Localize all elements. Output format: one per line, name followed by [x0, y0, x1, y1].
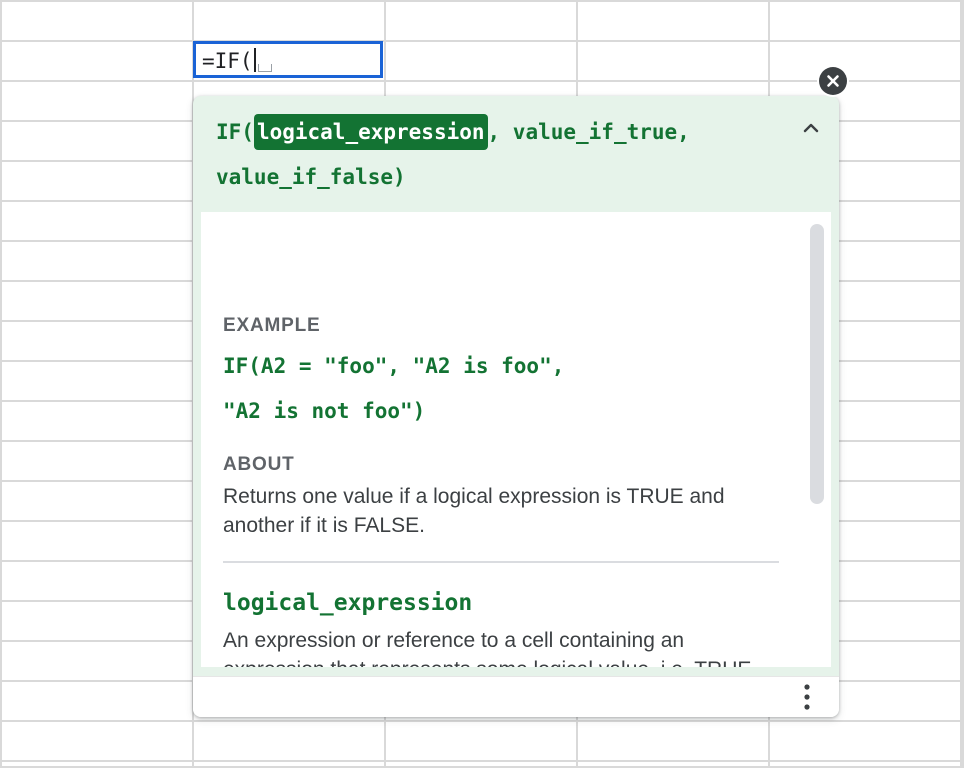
function-signature: IF(logical_expression, value_if_true,val…: [216, 110, 776, 200]
cell-formula-text: =IF(: [202, 49, 253, 73]
argument-name-active: logical_expression: [223, 590, 473, 616]
signature-func-open: IF(: [216, 120, 254, 144]
chevron-up-icon: [803, 123, 819, 133]
section-divider: [223, 561, 779, 563]
formula-help-popup: IF(logical_expression, value_if_true, val…: [193, 96, 839, 717]
close-icon: [827, 75, 839, 87]
signature-line-2: value_if_false): [216, 165, 406, 189]
argument-description: An expression or reference to a cell con…: [223, 629, 751, 667]
text-cursor: [253, 48, 256, 72]
example-line-1: IF(A2 = "foo", "A2 is foo",: [223, 354, 565, 378]
space-marker: [257, 64, 272, 72]
active-cell-editor[interactable]: =IF(: [193, 41, 383, 78]
about-label: ABOUT: [223, 454, 295, 475]
example-label: EXAMPLE: [223, 315, 321, 336]
current-argument-highlight: logical_expression: [253, 114, 488, 150]
scrollbar-thumb[interactable]: [810, 224, 824, 504]
more-options-button[interactable]: [793, 679, 821, 715]
example-code: IF(A2 = "foo", "A2 is foo", "A2 is not f…: [223, 344, 783, 434]
close-button[interactable]: [819, 67, 847, 95]
more-vert-icon: [804, 684, 810, 710]
popup-footer: [193, 676, 839, 717]
collapse-button[interactable]: [797, 114, 825, 142]
signature-rest: , value_if_true,: [487, 120, 690, 144]
function-signature-header[interactable]: IF(logical_expression, value_if_true,val…: [193, 96, 839, 211]
help-body[interactable]: EXAMPLE IF(A2 = "foo", "A2 is foo", "A2 …: [201, 212, 831, 667]
about-text: Returns one value if a logical expressio…: [223, 485, 725, 537]
example-line-2: "A2 is not foo"): [223, 399, 426, 423]
